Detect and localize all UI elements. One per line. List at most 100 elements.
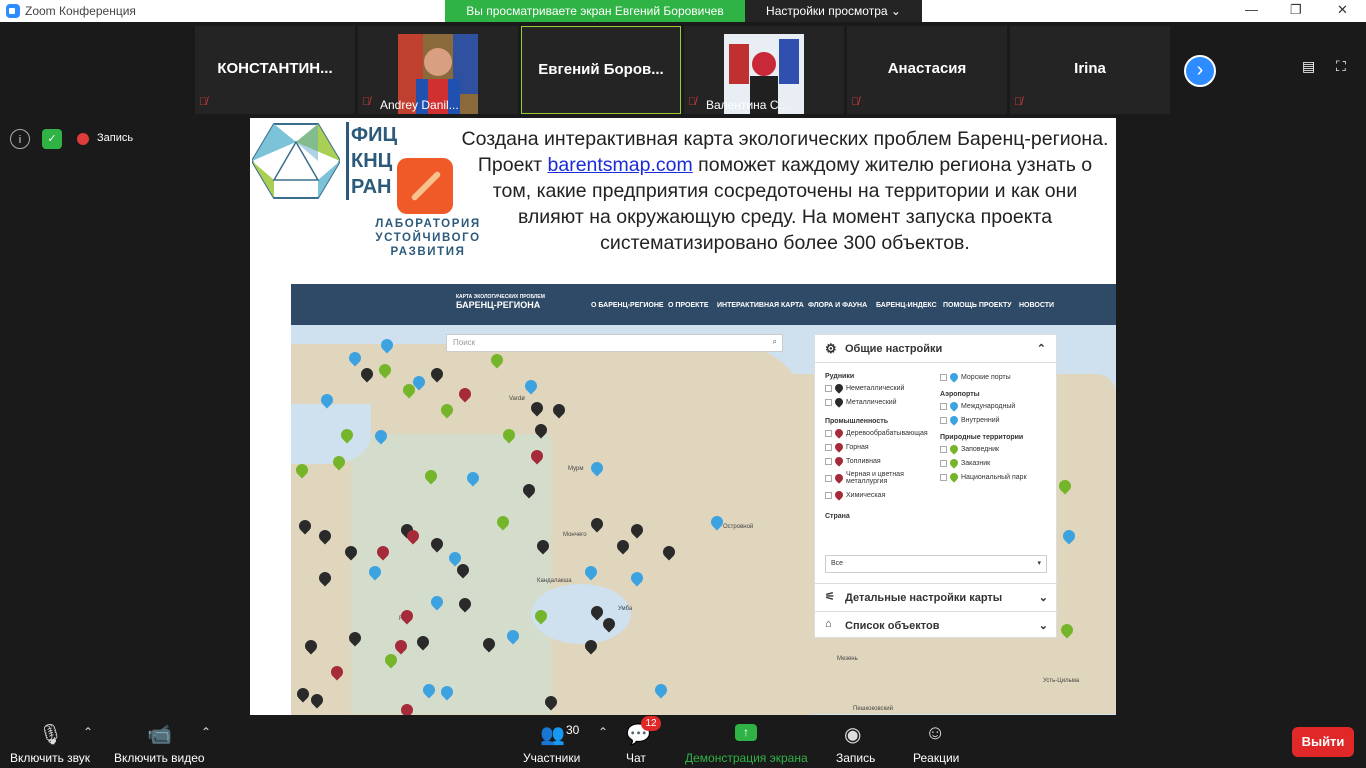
left-panel: i ✓ Запись <box>0 118 133 718</box>
map-land <box>351 434 551 714</box>
participant-tile[interactable]: Irina 🎙̸ <box>1010 26 1170 114</box>
share-screen-label: Демонстрация экрана <box>685 751 808 765</box>
checkbox[interactable] <box>825 443 832 451</box>
filter-fuel[interactable]: Топливная <box>825 455 940 467</box>
participant-label: Andrey Danil... <box>380 98 459 112</box>
place-label: Мезень <box>837 656 858 662</box>
shared-screen: ФИЦ КНЦ РАН ЛАБОРАТОРИЯ УСТОЙЧИВОГО РАЗВ… <box>250 118 1116 715</box>
checkbox[interactable] <box>825 398 832 406</box>
filter-intl[interactable]: Международный <box>940 400 1055 412</box>
mic-muted-icon: 🎙 <box>38 724 64 746</box>
filter-label: Морские порты <box>961 373 1011 381</box>
participant-name: Irina <box>1074 60 1106 77</box>
record-icon: ◉ <box>844 724 862 746</box>
coast-water <box>291 404 371 464</box>
video-options-caret-icon[interactable]: ⌃ <box>201 725 211 739</box>
participant-tile[interactable]: 🎙̸ Andrey Danil... <box>358 26 518 114</box>
participant-tile[interactable]: КОНСТАНТИН... 🎙̸ <box>195 26 355 114</box>
fullscreen-icon[interactable]: ⛶ <box>1336 58 1346 75</box>
logo-line: КНЦ <box>351 150 393 172</box>
checkbox[interactable] <box>940 473 947 481</box>
checkbox[interactable] <box>940 416 947 424</box>
audio-options-caret-icon[interactable]: ⌃ <box>83 725 93 739</box>
barentsmap-link[interactable]: barentsmap.com <box>548 154 693 176</box>
nature-pin-icon <box>948 457 960 469</box>
close-icon[interactable]: ✕ <box>1337 2 1348 18</box>
place-label: Усть-Цильма <box>1043 678 1080 684</box>
checkbox[interactable] <box>825 429 832 437</box>
filter-label: Международный <box>961 402 1016 410</box>
nav-about-region[interactable]: О БАРЕНЦ-РЕГИОНЕ <box>591 302 664 309</box>
shield-icon[interactable]: ✓ <box>42 129 62 149</box>
site-logo[interactable]: КАРТА ЭКОЛОГИЧЕСКИХ ПРОБЛЕМ БАРЕНЦ-РЕГИО… <box>456 294 545 310</box>
lab-logo-icon <box>397 158 453 214</box>
nav-help[interactable]: ПОМОЩЬ ПРОЕКТУ <box>943 302 1012 309</box>
checkbox[interactable] <box>940 459 947 467</box>
participant-tile[interactable]: 🎙̸ Валентина С... <box>684 26 844 114</box>
participant-strip: КОНСТАНТИН... 🎙̸ 🎙̸ Andrey Danil... Евге… <box>0 22 1366 118</box>
general-settings-header[interactable]: ⚙ Общие настройки ⌃ <box>815 335 1056 363</box>
filter-nonmetal[interactable]: Неметаллический <box>825 382 940 394</box>
filter-reserve[interactable]: Заповедник <box>940 443 1055 455</box>
port-pin-icon <box>948 371 960 383</box>
checkbox[interactable] <box>825 384 832 392</box>
checkbox[interactable] <box>825 457 832 465</box>
participants-caret-icon[interactable]: ⌃ <box>598 725 608 739</box>
filter-wood[interactable]: Деревообрабатывающая <box>825 427 940 439</box>
objects-list-header[interactable]: ⌂ Список объектов ⌄ <box>815 611 1058 639</box>
checkbox[interactable] <box>940 445 947 453</box>
layout-icon[interactable]: ▤ <box>1302 58 1315 75</box>
nav-about-project[interactable]: О ПРОЕКТЕ <box>668 302 709 309</box>
nav-barents-index[interactable]: БАРЕНЦ-ИНДЕКС <box>876 302 937 309</box>
filter-domestic[interactable]: Внутренний <box>940 414 1055 426</box>
industry-pin-icon <box>833 441 845 453</box>
minimize-icon[interactable]: — <box>1245 2 1258 17</box>
filter-label: Национальный парк <box>961 473 1027 481</box>
participant-tile[interactable]: Анастасия 🎙̸ <box>847 26 1007 114</box>
checkbox[interactable] <box>940 402 947 410</box>
checkbox[interactable] <box>940 373 947 381</box>
chevron-down-icon: ⌄ <box>890 4 901 18</box>
nav-news[interactable]: НОВОСТИ <box>1019 302 1054 309</box>
filter-label: Внутренний <box>961 416 1000 424</box>
filter-chemical[interactable]: Химическая <box>825 489 940 501</box>
industry-pin-icon <box>833 489 845 501</box>
next-page-button[interactable]: › <box>1184 55 1216 87</box>
logo-line: РАН <box>351 176 392 198</box>
filter-metal[interactable]: Металлический <box>825 396 940 408</box>
restore-icon[interactable]: ❐ <box>1290 2 1302 18</box>
view-options-button[interactable]: Настройки просмотра ⌄ <box>745 0 922 22</box>
filter-national-park[interactable]: Национальный парк <box>940 471 1055 483</box>
leave-button[interactable]: Выйти <box>1292 727 1354 757</box>
mine-pin-icon <box>833 396 845 408</box>
nav-interactive-map[interactable]: ИНТЕРАКТИВНАЯ КАРТА <box>717 302 804 309</box>
country-select[interactable]: Все ▾ <box>825 555 1047 573</box>
start-video-label: Включить видео <box>114 751 205 765</box>
filter-ports[interactable]: Морские порты <box>940 371 1055 383</box>
filter-sanctuary[interactable]: Заказник <box>940 457 1055 469</box>
info-icon[interactable]: i <box>10 129 30 149</box>
map-search-input[interactable]: Поиск ⌕ <box>446 334 783 352</box>
filter-mining[interactable]: Горная <box>825 441 940 453</box>
objects-list-label: Список объектов <box>845 620 940 632</box>
participant-name: КОНСТАНТИН... <box>217 60 333 77</box>
unmute-label: Включить звук <box>10 751 91 765</box>
filter-metallurgy[interactable]: Черная и цветная металлургия <box>825 471 940 485</box>
participant-name: Евгений Боров... <box>538 61 664 78</box>
country-heading: Страна <box>825 513 850 520</box>
checkbox[interactable] <box>825 491 832 499</box>
place-label: Пешкоковский <box>853 706 893 712</box>
dropdown-arrow-icon: ▾ <box>1037 560 1041 567</box>
industry-pin-icon <box>833 455 845 467</box>
nav-flora-fauna[interactable]: ФЛОРА И ФАУНА <box>808 302 867 309</box>
window-title: Zoom Конференция <box>25 4 136 18</box>
participant-label: Валентина С... <box>706 98 789 112</box>
meeting-toolbar: 🎙 Включить звук ⌃ 📹 Включить видео ⌃ 👥 3… <box>0 715 1366 768</box>
detail-settings-header[interactable]: ⚟ Детальные настройки карты ⌄ <box>815 583 1058 611</box>
airport-pin-icon <box>948 400 960 412</box>
airport-pin-icon <box>948 414 960 426</box>
recording-label: Запись <box>97 132 134 144</box>
checkbox[interactable] <box>825 474 832 482</box>
fic-hex-logo <box>252 123 340 199</box>
participant-tile-active[interactable]: Евгений Боров... <box>521 26 681 114</box>
